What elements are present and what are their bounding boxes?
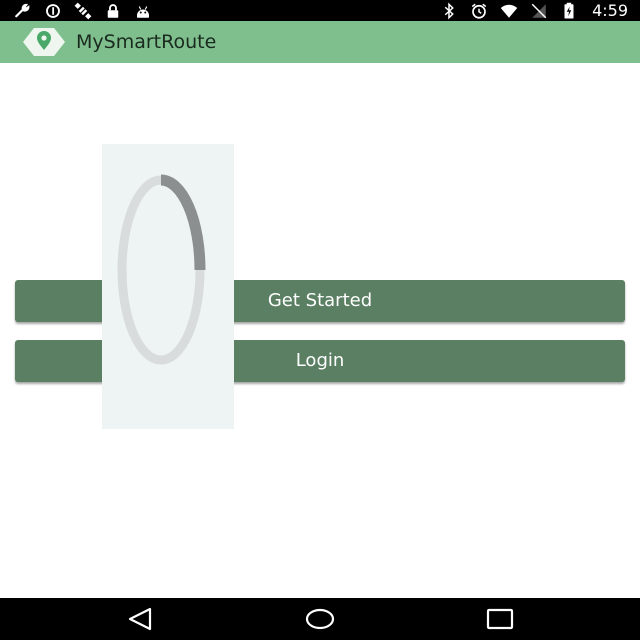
bluetooth-icon: [444, 1, 454, 20]
status-bar: 4:59: [0, 0, 640, 21]
no-signal-satellite-icon: [74, 2, 92, 19]
circular-progress-icon: [117, 174, 206, 365]
no-sim-icon: [531, 3, 547, 18]
alarm-icon: [471, 3, 487, 19]
back-icon[interactable]: [120, 604, 160, 634]
battery-charging-icon: [564, 2, 574, 18]
wrench-icon: [15, 3, 30, 17]
app-bar: MySmartRoute: [0, 21, 640, 63]
status-right-icons: 4:59: [440, 0, 628, 21]
wifi-icon: [500, 4, 518, 18]
loading-panel: [102, 144, 234, 429]
navigation-bar: [0, 598, 640, 640]
data-saver-icon: [46, 3, 60, 18]
app-title: MySmartRoute: [76, 31, 217, 53]
progress-arc: [160, 174, 206, 271]
home-icon[interactable]: [300, 604, 340, 634]
location-pin-icon: [23, 28, 65, 56]
lock-icon: [107, 3, 119, 18]
status-left-icons: [14, 0, 152, 21]
android-icon: [137, 5, 149, 18]
recents-icon[interactable]: [480, 604, 520, 634]
clock: 4:59: [592, 1, 628, 20]
